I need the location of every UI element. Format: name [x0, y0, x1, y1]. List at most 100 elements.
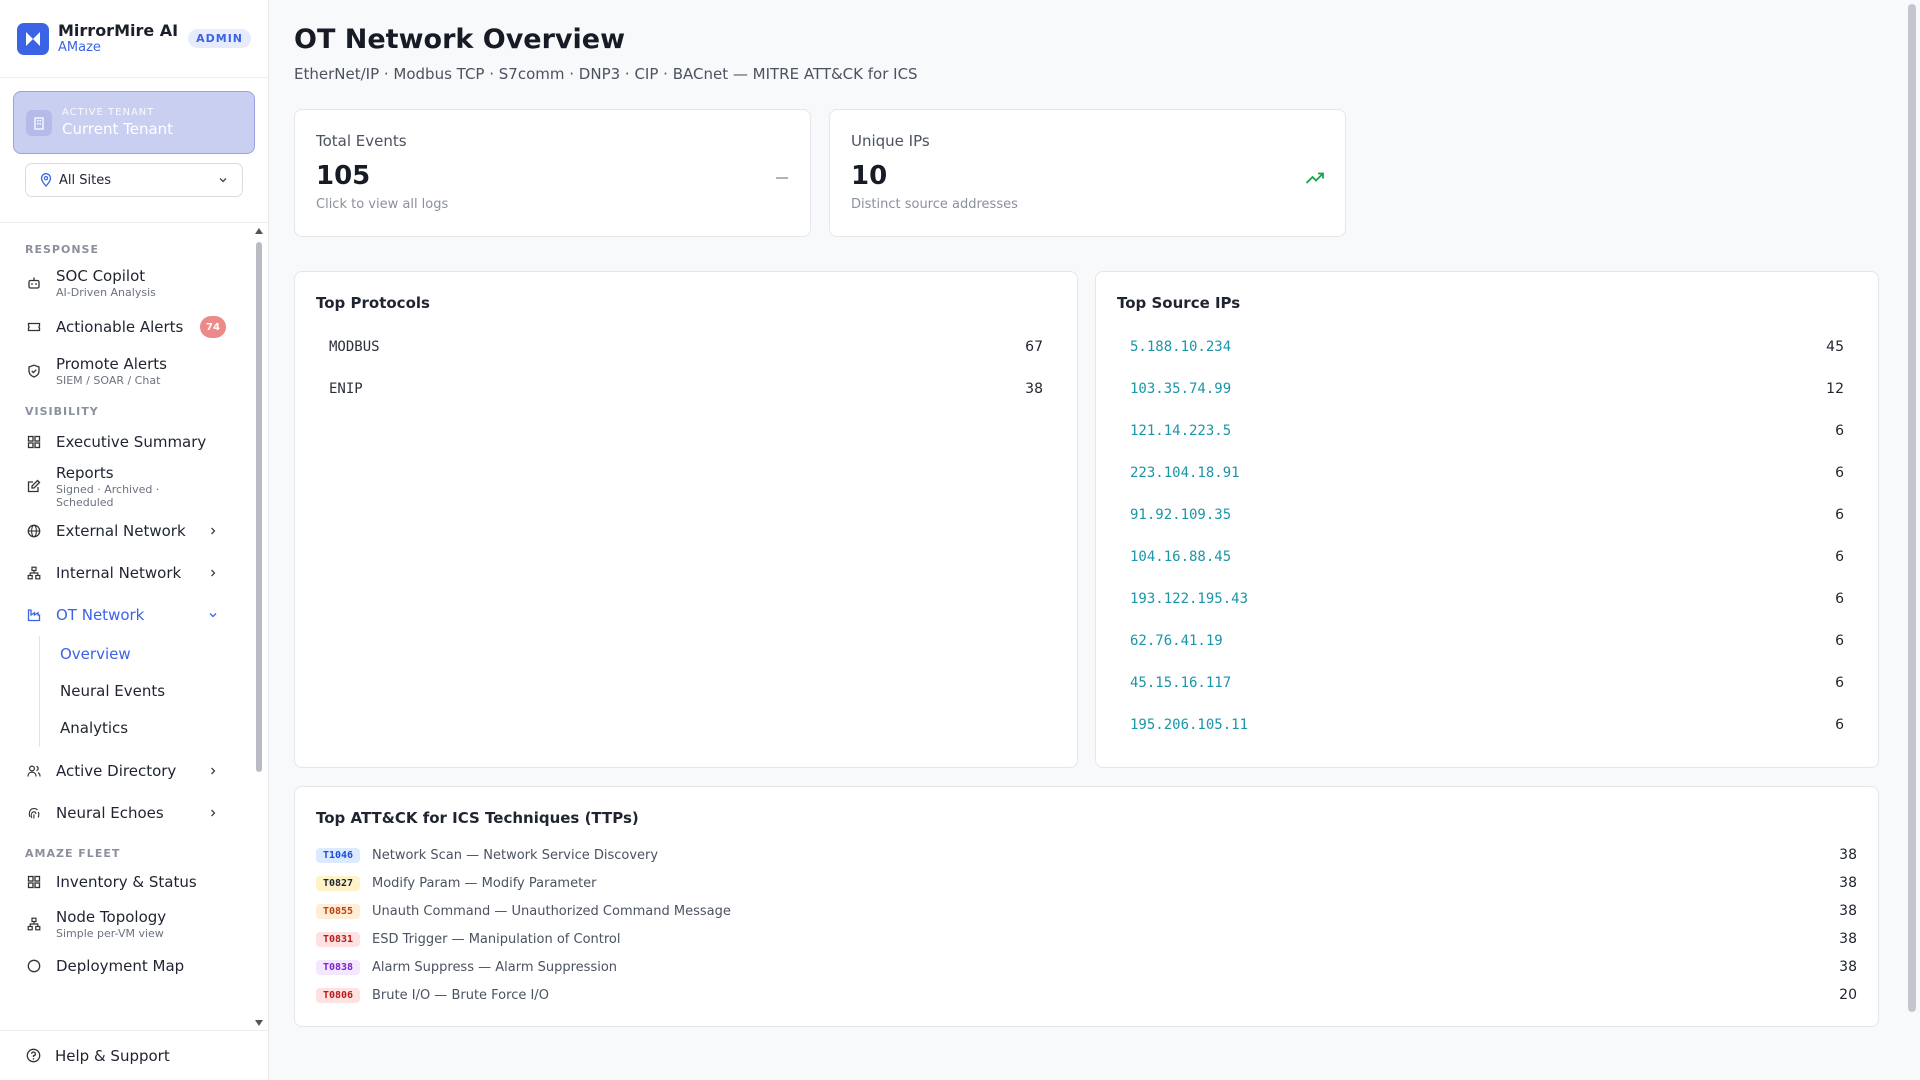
- ttp-count: 38: [1839, 903, 1857, 919]
- site-filter-select[interactable]: All Sites: [25, 163, 243, 197]
- network-icon: [26, 916, 42, 932]
- ttp-row[interactable]: T0855 Unauth Command — Unauthorized Comma…: [316, 897, 1857, 925]
- list-item[interactable]: 195.206.105.11 6: [1117, 704, 1857, 746]
- main-scrollbar[interactable]: [1908, 4, 1916, 1012]
- chevron-down-icon: [218, 175, 228, 185]
- ttp-name: Network Scan — Network Service Discovery: [372, 847, 659, 863]
- section-label-visibility: VISIBILITY: [25, 405, 99, 418]
- list-item[interactable]: 104.16.88.45 6: [1117, 536, 1857, 578]
- list-item[interactable]: 5.188.10.234 45: [1117, 326, 1857, 368]
- fingerprint-icon: [26, 805, 42, 821]
- ttp-row[interactable]: T0827 Modify Param — Modify Parameter 38: [316, 869, 1857, 897]
- help-support-link[interactable]: Help & Support: [0, 1030, 268, 1080]
- stat-value: 10: [851, 161, 888, 191]
- protocol-name: ENIP: [329, 381, 363, 397]
- sidebar-scrollbar[interactable]: [255, 228, 263, 1026]
- source-ip-count: 6: [1835, 423, 1844, 439]
- source-ip-link[interactable]: 62.76.41.19: [1130, 633, 1223, 649]
- source-ip-count: 6: [1835, 633, 1844, 649]
- sidebar-item-active-directory[interactable]: Active Directory: [0, 750, 256, 792]
- list-item[interactable]: 62.76.41.19 6: [1117, 620, 1857, 662]
- source-ip-link[interactable]: 91.92.109.35: [1130, 507, 1231, 523]
- sidebar-scroll-thumb[interactable]: [256, 242, 262, 772]
- sidebar-item-label: Actionable Alerts: [56, 318, 184, 336]
- sidebar-item-ot-network[interactable]: OT Network: [0, 594, 256, 636]
- sidebar-item-label: Active Directory: [56, 762, 177, 780]
- source-ip-link[interactable]: 195.206.105.11: [1130, 717, 1248, 733]
- ttp-count: 38: [1839, 847, 1857, 863]
- sidebar-item-sublabel: AI-Driven Analysis: [56, 286, 156, 299]
- list-item[interactable]: 121.14.223.5 6: [1117, 410, 1857, 452]
- ttp-name: Unauth Command — Unauthorized Command Me…: [372, 903, 731, 919]
- list-item[interactable]: 193.122.195.43 6: [1117, 578, 1857, 620]
- top-ttps-card: Top ATT&CK for ICS Techniques (TTPs) T10…: [294, 786, 1879, 1027]
- list-item[interactable]: 91.92.109.35 6: [1117, 494, 1857, 536]
- globe-icon: [26, 523, 42, 539]
- card-title: Top Protocols: [316, 294, 430, 312]
- sidebar-item-reports[interactable]: Reports Signed · Archived · Scheduled: [0, 462, 256, 510]
- sidebar-divider: [0, 222, 268, 223]
- ttp-row[interactable]: T1046 Network Scan — Network Service Disc…: [316, 841, 1857, 869]
- list-item[interactable]: 103.35.74.99 12: [1117, 368, 1857, 410]
- sidebar-item-node-topology[interactable]: Node Topology Simple per-VM view: [0, 900, 256, 948]
- ttp-row[interactable]: T0806 Brute I/O — Brute Force I/O 20: [316, 981, 1857, 1009]
- sidebar-subitem-analytics[interactable]: Analytics: [40, 710, 256, 747]
- scroll-down-arrow[interactable]: [255, 1020, 263, 1026]
- source-ip-link[interactable]: 121.14.223.5: [1130, 423, 1231, 439]
- list-item[interactable]: ENIP 38: [316, 368, 1056, 410]
- sidebar-item-promote-alerts[interactable]: Promote Alerts SIEM / SOAR / Chat: [0, 348, 256, 394]
- tenant-selector[interactable]: ACTIVE TENANT Current Tenant: [13, 91, 255, 154]
- sidebar-item-internal-network[interactable]: Internal Network: [0, 552, 256, 594]
- source-ip-link[interactable]: 104.16.88.45: [1130, 549, 1231, 565]
- sidebar-item-neural-echoes[interactable]: Neural Echoes: [0, 792, 256, 834]
- source-ip-count: 6: [1835, 675, 1844, 691]
- sidebar-item-inventory-status[interactable]: Inventory & Status: [0, 864, 256, 900]
- edit-document-icon: [26, 478, 42, 494]
- map-pin-icon: [40, 173, 52, 187]
- source-ip-link[interactable]: 103.35.74.99: [1130, 381, 1231, 397]
- chevron-down-icon: [208, 610, 218, 620]
- ttp-count: 20: [1839, 987, 1857, 1003]
- sidebar-item-actionable-alerts[interactable]: Actionable Alerts 74: [0, 306, 256, 348]
- trending-up-icon: [1305, 170, 1325, 186]
- sidebar-item-deployment-map[interactable]: Deployment Map: [0, 948, 256, 984]
- ttp-name: Brute I/O — Brute Force I/O: [372, 987, 549, 1003]
- protocol-count: 38: [1025, 381, 1043, 397]
- list-item[interactable]: MODBUS 67: [316, 326, 1056, 368]
- ttp-row[interactable]: T0831 ESD Trigger — Manipulation of Contr…: [316, 925, 1857, 953]
- stat-value: 105: [316, 161, 371, 191]
- protocol-name: MODBUS: [329, 339, 380, 355]
- card-title: Top Source IPs: [1117, 294, 1241, 312]
- tenant-value: Current Tenant: [62, 120, 174, 138]
- list-item[interactable]: 45.15.16.117 6: [1117, 662, 1857, 704]
- source-ip-link[interactable]: 223.104.18.91: [1130, 465, 1240, 481]
- source-ip-link[interactable]: 193.122.195.43: [1130, 591, 1248, 607]
- dash-icon: [774, 170, 790, 186]
- ttp-id-badge: T0806: [316, 987, 360, 1003]
- source-ip-count: 12: [1826, 381, 1844, 397]
- sidebar-item-sublabel: Simple per-VM view: [56, 927, 164, 940]
- protocol-count: 67: [1025, 339, 1043, 355]
- brand-logo-icon[interactable]: [17, 22, 49, 55]
- ttp-name: ESD Trigger — Manipulation of Control: [372, 931, 621, 947]
- ttp-id-badge: T0838: [316, 959, 360, 975]
- sidebar-item-label: External Network: [56, 522, 186, 540]
- total-events-card[interactable]: Total Events 105 Click to view all logs: [294, 109, 811, 237]
- factory-icon: [26, 607, 42, 623]
- sidebar-item-label: Inventory & Status: [56, 873, 197, 891]
- scroll-up-arrow[interactable]: [255, 228, 263, 234]
- list-item[interactable]: 223.104.18.91 6: [1117, 452, 1857, 494]
- source-ip-link[interactable]: 45.15.16.117: [1130, 675, 1231, 691]
- network-icon: [26, 565, 42, 581]
- ttp-row[interactable]: T0838 Alarm Suppress — Alarm Suppression 3…: [316, 953, 1857, 981]
- sidebar-item-soc-copilot[interactable]: SOC Copilot AI-Driven Analysis: [0, 260, 256, 306]
- source-ip-link[interactable]: 5.188.10.234: [1130, 339, 1231, 355]
- sidebar-subitem-neural-events[interactable]: Neural Events: [40, 673, 256, 710]
- grid-icon: [26, 434, 42, 450]
- sidebar-item-external-network[interactable]: External Network: [0, 510, 256, 552]
- source-ip-count: 45: [1826, 339, 1844, 355]
- ot-network-submenu: Overview Neural Events Analytics: [39, 636, 256, 747]
- sidebar-subitem-overview[interactable]: Overview: [40, 636, 256, 673]
- stat-hint: Click to view all logs: [316, 197, 449, 212]
- sidebar-item-executive-summary[interactable]: Executive Summary: [0, 422, 256, 462]
